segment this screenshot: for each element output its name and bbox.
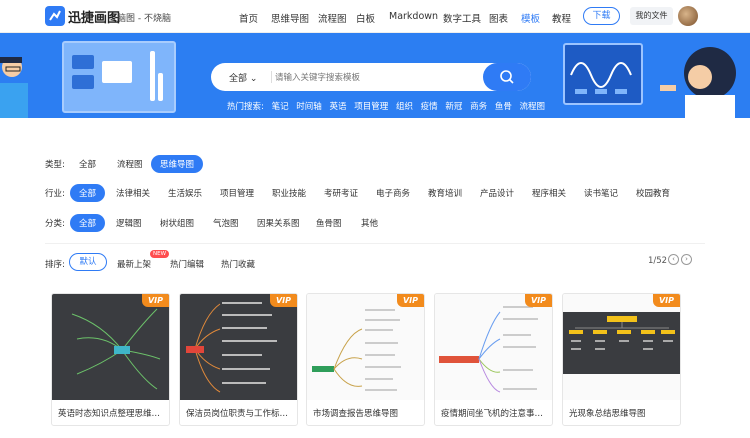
template-thumbnail — [307, 294, 424, 400]
template-title[interactable]: 市场调查报告思维导图 — [313, 407, 421, 419]
nav-home[interactable]: 首页 — [239, 11, 258, 25]
sort-option-default[interactable]: 默认 — [69, 253, 107, 271]
board-illustration-right — [563, 43, 643, 105]
vip-badge: VIP — [525, 294, 552, 307]
search-input[interactable] — [275, 67, 475, 87]
template-title[interactable]: 保洁员岗位职责与工作标准思... — [186, 407, 294, 419]
template-thumbnail — [435, 294, 552, 400]
download-button[interactable]: 下载 — [583, 7, 620, 25]
industry-option[interactable]: 生活娱乐 — [168, 187, 202, 199]
industry-option[interactable]: 电子商务 — [376, 187, 410, 199]
hot-term[interactable]: 商务 — [470, 102, 487, 112]
nav-mindmap[interactable]: 思维导图 — [271, 11, 309, 25]
hot-search-label: 热门搜索: — [227, 102, 264, 112]
search-category-select[interactable]: 全部 ⌄ — [229, 71, 257, 84]
nav-tutorials[interactable]: 教程 — [552, 11, 571, 25]
hot-term[interactable]: 英语 — [330, 102, 347, 112]
nav-flowchart[interactable]: 流程图 — [318, 11, 347, 25]
template-thumbnail — [52, 294, 169, 400]
category-filter-label: 分类: — [45, 219, 65, 229]
nav-whiteboard[interactable]: 白板 — [356, 11, 375, 25]
sort-option-newest[interactable]: 最新上架 — [117, 258, 151, 270]
sort-label: 排序: — [45, 260, 65, 270]
category-option[interactable]: 树状组图 — [160, 217, 194, 229]
nav-charts[interactable]: 图表 — [489, 11, 508, 25]
prev-page-button[interactable]: ‹ — [668, 254, 679, 265]
industry-option-all[interactable]: 全部 — [70, 184, 106, 202]
template-thumbnail — [180, 294, 297, 400]
industry-option[interactable]: 职业技能 — [272, 187, 306, 199]
hot-search: 热门搜索: 笔记 时间轴 英语 项目管理 组织 疫情 新冠 商务 鱼骨 流程图 — [227, 100, 550, 112]
template-thumbnail — [563, 294, 680, 400]
my-files-button[interactable]: 我的文件 — [630, 7, 673, 25]
type-option-mindmap[interactable]: 思维导图 — [151, 155, 204, 173]
template-card[interactable]: VIP 疫情期间坐飞机的注意事项思... — [434, 293, 553, 426]
hot-term[interactable]: 新冠 — [445, 102, 462, 112]
nav-markdown[interactable]: Markdown — [389, 11, 438, 22]
brand-subtitle: 脑图 - 不烧脑 — [117, 14, 171, 24]
industry-option[interactable]: 项目管理 — [220, 187, 254, 199]
industry-filter-label: 行业: — [45, 189, 65, 199]
category-option[interactable]: 因果关系图 — [257, 217, 300, 229]
template-title[interactable]: 疫情期间坐飞机的注意事项思... — [441, 407, 549, 419]
hot-term[interactable]: 疫情 — [421, 102, 438, 112]
sort-option-hot-favorite[interactable]: 热门收藏 — [221, 258, 255, 270]
next-page-button[interactable]: › — [681, 254, 692, 265]
template-title[interactable]: 光现象总结思维导图 — [569, 407, 677, 419]
search-icon — [500, 70, 514, 84]
nav-digital-tools[interactable]: 数字工具 — [443, 11, 481, 25]
industry-option[interactable]: 教育培训 — [428, 187, 462, 199]
industry-option[interactable]: 校园教育 — [636, 187, 670, 199]
template-card[interactable]: VIP 市场调查报告思维导图 — [306, 293, 425, 426]
hero-banner: 全部 ⌄ 热门搜索: 笔记 时间轴 英语 项目管理 组织 疫情 新冠 商务 鱼骨… — [0, 33, 750, 118]
avatar[interactable] — [678, 6, 698, 26]
template-card[interactable]: VIP 英语时态知识点整理思维导图 — [51, 293, 170, 426]
board-illustration-left — [62, 41, 176, 113]
brand-name[interactable]: 迅捷画图 — [68, 7, 120, 26]
type-filter-label: 类型: — [45, 160, 65, 170]
search-button[interactable] — [483, 63, 531, 91]
industry-option[interactable]: 读书笔记 — [584, 187, 618, 199]
page-indicator: 1/52 — [648, 256, 668, 266]
person-illustration-left — [0, 53, 30, 118]
category-option[interactable]: 逻辑图 — [116, 217, 142, 229]
category-option-all[interactable]: 全部 — [70, 214, 106, 232]
hot-term[interactable]: 笔记 — [272, 102, 289, 112]
vip-badge: VIP — [397, 294, 424, 307]
type-option-all[interactable]: 全部 — [79, 158, 96, 170]
industry-option[interactable]: 程序相关 — [532, 187, 566, 199]
hot-term[interactable]: 鱼骨 — [495, 102, 512, 112]
type-option-flowchart[interactable]: 流程图 — [117, 158, 143, 170]
category-option[interactable]: 气泡图 — [213, 217, 239, 229]
industry-option[interactable]: 考研考证 — [324, 187, 358, 199]
template-card[interactable]: VIP 光现象总结思维导图 — [562, 293, 681, 426]
vip-badge: VIP — [142, 294, 169, 307]
hot-term[interactable]: 项目管理 — [354, 102, 388, 112]
hot-term[interactable]: 时间轴 — [296, 102, 322, 112]
hot-term[interactable]: 组织 — [396, 102, 413, 112]
template-title[interactable]: 英语时态知识点整理思维导图 — [58, 407, 166, 419]
category-option[interactable]: 其他 — [361, 217, 378, 229]
logo-icon[interactable] — [45, 6, 65, 26]
sort-option-hot-edit[interactable]: 热门编辑 — [170, 258, 204, 270]
top-navigation-bar: 迅捷画图 脑图 - 不烧脑 首页 思维导图 流程图 白板 Markdown 数字… — [0, 0, 750, 33]
template-card[interactable]: VIP 保洁员岗位职责与工作标准思... — [179, 293, 298, 426]
search-divider — [271, 71, 272, 83]
new-badge: NEW — [150, 250, 170, 258]
nav-templates[interactable]: 模板 — [521, 11, 540, 25]
search-bar: 全部 ⌄ — [211, 63, 531, 91]
category-option[interactable]: 鱼骨图 — [316, 217, 342, 229]
vip-badge: VIP — [653, 294, 680, 307]
industry-option[interactable]: 法律相关 — [116, 187, 150, 199]
vip-badge: VIP — [270, 294, 297, 307]
divider — [45, 243, 705, 244]
person-illustration-right — [660, 43, 750, 118]
industry-option[interactable]: 产品设计 — [480, 187, 514, 199]
hot-term[interactable]: 流程图 — [520, 102, 546, 112]
